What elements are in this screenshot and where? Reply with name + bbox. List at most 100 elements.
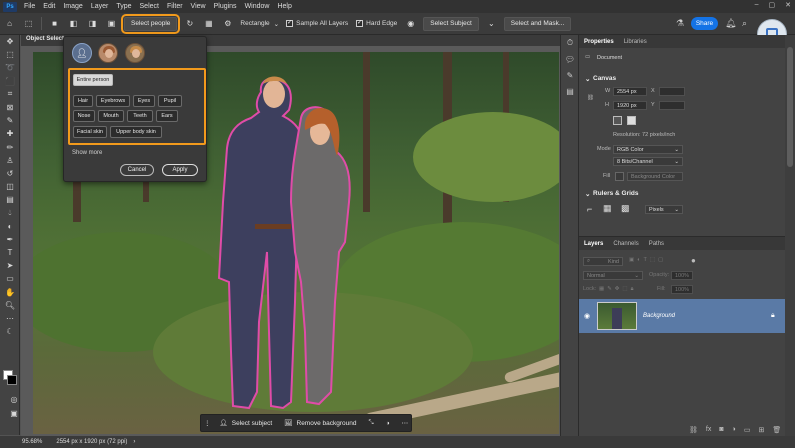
pupil-chip[interactable]: Pupil: [158, 95, 182, 107]
frame-tool-icon[interactable]: ⊠: [0, 101, 20, 114]
eyes-chip[interactable]: Eyes: [133, 95, 155, 107]
entire-person-button[interactable]: Entire person: [73, 74, 113, 86]
link-layers-icon[interactable]: ⛓: [689, 426, 698, 434]
adjust-icon[interactable]: ◑: [380, 420, 396, 427]
fx-icon[interactable]: fx: [706, 426, 711, 434]
comments-icon[interactable]: 💬︎: [561, 51, 579, 67]
tab-libraries[interactable]: Libraries: [619, 39, 652, 45]
width-field[interactable]: 2554 px: [613, 87, 647, 96]
eye-icon[interactable]: ◉: [584, 312, 590, 320]
ears-chip[interactable]: Ears: [156, 110, 178, 122]
fill-field[interactable]: 100%: [671, 285, 693, 294]
chevron-down-icon[interactable]: ⌄: [486, 18, 497, 29]
adjustment-layer-icon[interactable]: ◑: [732, 426, 736, 434]
hand-tool-icon[interactable]: ✋: [0, 286, 20, 299]
zoom-tool-icon[interactable]: 🔍︎: [0, 299, 20, 312]
apply-button[interactable]: Apply: [162, 164, 198, 176]
chevron-down-icon[interactable]: ⌄: [585, 75, 590, 83]
hard-edge-checkbox[interactable]: ✓ Hard Edge: [356, 20, 397, 27]
bell-icon[interactable]: 🔔︎: [725, 18, 736, 29]
menu-view[interactable]: View: [187, 3, 210, 10]
transform-icon[interactable]: ⤡: [362, 419, 379, 427]
intersect-selection-icon[interactable]: ▣: [106, 18, 117, 29]
portrait-orientation-icon[interactable]: [613, 116, 622, 125]
maximize-icon[interactable]: ▢: [769, 1, 776, 9]
link-icon[interactable]: ⛓: [587, 95, 594, 101]
hair-chip[interactable]: Hair: [73, 95, 93, 107]
select-subject-button[interactable]: Select Subject: [423, 16, 479, 31]
menu-filter[interactable]: Filter: [163, 3, 187, 10]
flask-icon[interactable]: ⚗: [676, 18, 684, 29]
menu-select[interactable]: Select: [136, 3, 163, 10]
new-layer-icon[interactable]: ⊞: [758, 426, 764, 434]
mode-dropdown[interactable]: Rectangle ⌄: [240, 20, 279, 28]
lock-icons[interactable]: ▦✎✥⬚🔒︎: [599, 286, 637, 293]
scrollbar-thumb[interactable]: [787, 47, 793, 167]
type-tool-icon[interactable]: T: [0, 246, 20, 259]
adjustments-icon[interactable]: ▤: [561, 83, 579, 99]
minimize-icon[interactable]: –: [755, 1, 759, 9]
brush-tool-icon[interactable]: ✏: [0, 141, 20, 154]
clone-stamp-icon[interactable]: ♙: [0, 154, 20, 167]
y-field[interactable]: [659, 101, 685, 110]
chevron-right-icon[interactable]: ›: [133, 439, 135, 445]
tab-properties[interactable]: Properties: [579, 39, 619, 45]
opacity-field[interactable]: 100%: [671, 271, 693, 280]
select-subject-icon[interactable]: ◉: [405, 18, 416, 29]
person-avatar-woman[interactable]: [98, 43, 118, 63]
shape-tool-icon[interactable]: ▭: [0, 272, 20, 285]
mask-icon[interactable]: ◙: [719, 426, 723, 434]
mouth-chip[interactable]: Mouth: [98, 110, 124, 122]
dodge-tool-icon[interactable]: ◐: [0, 220, 20, 233]
subtract-selection-icon[interactable]: ◨: [87, 18, 98, 29]
menu-type[interactable]: Type: [112, 3, 135, 10]
search-icon[interactable]: ⌕: [742, 18, 747, 29]
lasso-tool-icon[interactable]: ➰: [0, 61, 20, 74]
menu-window[interactable]: Window: [241, 3, 274, 10]
gear-icon[interactable]: ⚙: [222, 18, 233, 29]
panel-scrollbar[interactable]: [785, 35, 795, 436]
layer-filter-icons[interactable]: ▣◐T⬚▢: [629, 257, 666, 263]
menu-layer[interactable]: Layer: [87, 3, 113, 10]
eyedropper-tool-icon[interactable]: ✎: [0, 114, 20, 127]
cancel-button[interactable]: Cancel: [120, 164, 154, 176]
fill-swatch[interactable]: [615, 172, 624, 181]
history-icon[interactable]: ⏱: [561, 35, 579, 51]
new-selection-icon[interactable]: ■: [49, 18, 60, 29]
upper-body-skin-chip[interactable]: Upper body skin: [110, 126, 162, 138]
select-people-button[interactable]: Select people: [120, 13, 181, 34]
refresh-icon[interactable]: ↻: [184, 18, 195, 29]
object-finder-icon[interactable]: ▦: [203, 18, 214, 29]
tab-layers[interactable]: Layers: [579, 241, 608, 247]
filter-toggle-icon[interactable]: ●: [691, 256, 696, 265]
person-avatar-man[interactable]: [125, 43, 145, 63]
layer-row-background[interactable]: ◉ Background 🔒︎: [579, 299, 786, 333]
object-select-tool-icon[interactable]: ⬚: [23, 18, 34, 29]
close-icon[interactable]: ✕: [785, 1, 791, 9]
share-button[interactable]: Share: [691, 17, 718, 30]
home-icon[interactable]: ⌂: [4, 18, 15, 29]
brush-settings-icon[interactable]: ✎: [561, 67, 579, 83]
x-field[interactable]: [659, 87, 685, 96]
layer-name[interactable]: Background: [643, 313, 675, 319]
select-subject-task[interactable]: 👤︎ Select subject: [214, 419, 279, 428]
sample-all-layers-checkbox[interactable]: ✓ Sample All Layers: [286, 20, 348, 27]
guides-icon[interactable]: ▩: [621, 203, 630, 214]
edit-toolbar-icon[interactable]: ⋯: [0, 312, 20, 325]
tab-paths[interactable]: Paths: [644, 241, 669, 247]
more-options-icon[interactable]: ⋯: [396, 419, 415, 427]
path-select-icon[interactable]: ➤: [0, 259, 20, 272]
show-more-link[interactable]: Show more: [72, 150, 102, 156]
teeth-chip[interactable]: Teeth: [127, 110, 153, 122]
object-select-tool-icon[interactable]: ⬛: [0, 75, 20, 88]
menu-edit[interactable]: Edit: [39, 3, 59, 10]
trash-icon[interactable]: 🗑︎: [772, 426, 781, 434]
height-field[interactable]: 1920 px: [613, 101, 647, 110]
bit-depth-dropdown[interactable]: 8 Bits/Channel ⌄: [613, 157, 683, 166]
menu-image[interactable]: Image: [59, 3, 86, 10]
facial-skin-chip[interactable]: Facial skin: [73, 126, 107, 138]
nose-chip[interactable]: Nose: [73, 110, 95, 122]
menu-plugins[interactable]: Plugins: [210, 3, 241, 10]
ruler-icon[interactable]: ⌐: [587, 204, 592, 214]
drag-handle-icon[interactable]: ⋮: [201, 419, 214, 427]
